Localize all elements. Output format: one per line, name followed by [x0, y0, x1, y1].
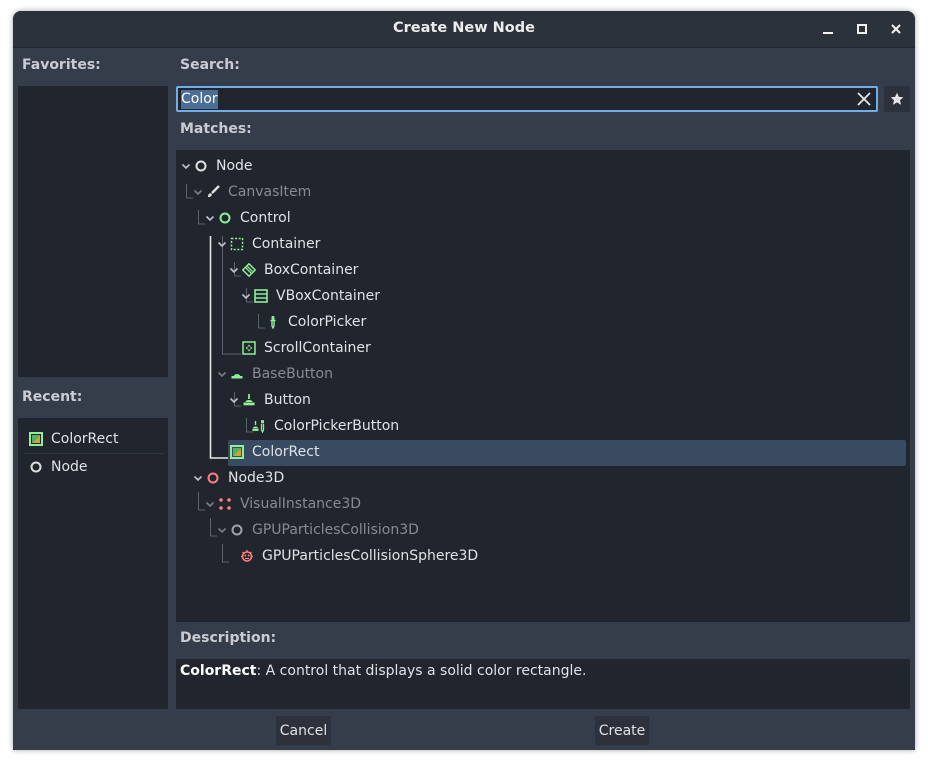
chevron-down-icon — [217, 241, 227, 248]
control-icon — [219, 212, 231, 224]
close-button[interactable] — [886, 19, 906, 39]
favorites-label: Favorites: — [22, 57, 101, 73]
tree-item-label: Node — [216, 158, 253, 174]
colorpickerbutton-icon — [252, 420, 265, 433]
tree-item-label: Node3D — [228, 470, 285, 486]
node-icon — [195, 160, 207, 172]
tree-item-colorrect[interactable]: ColorRect — [230, 441, 319, 463]
tree-item-label: GPUParticlesCollision3D — [252, 522, 419, 538]
clear-search-button[interactable] — [856, 91, 872, 107]
star-icon — [890, 92, 904, 105]
window-title: Create New Node — [393, 20, 535, 36]
tree-item-label: BoxContainer — [264, 262, 359, 278]
colorrect-icon — [29, 432, 43, 446]
tree-item-label: ColorRect — [252, 444, 320, 460]
button-icon — [243, 394, 255, 406]
recent-item-label: Node — [51, 459, 88, 475]
chevron-down-icon — [205, 501, 215, 508]
maximize-icon — [857, 24, 867, 34]
canvasitem-icon — [208, 185, 220, 198]
chevron-down-icon — [229, 267, 239, 274]
gpuparticlescollisionsphere3d-icon — [241, 550, 253, 562]
tree-item-label: Button — [264, 392, 311, 408]
recent-label: Recent: — [22, 389, 83, 405]
chevron-down-icon — [241, 293, 251, 300]
minimize-button[interactable] — [818, 19, 838, 39]
tree-item-label: CanvasItem — [228, 184, 312, 200]
tree-item-vboxcontainer[interactable]: VBoxContainer — [240, 285, 380, 307]
maximize-button[interactable] — [852, 19, 872, 39]
tree-item-colorpickerbutton[interactable]: ColorPickerButton — [252, 415, 399, 437]
chevron-down-icon — [229, 397, 239, 404]
tree-item-label: ScrollContainer — [264, 340, 371, 356]
create-button[interactable]: Create — [595, 716, 649, 745]
tree-item-label: Control — [240, 210, 291, 226]
close-icon — [857, 92, 871, 106]
description-box: ColorRect: A control that displays a sol… — [176, 659, 910, 709]
tree-item-node[interactable]: Node — [180, 155, 253, 177]
tree-item-label: VBoxContainer — [276, 288, 381, 304]
close-icon — [891, 24, 901, 34]
recent-item-label: ColorRect — [51, 431, 119, 447]
title-bar: Create New Node — [13, 11, 915, 48]
tree-item-label: Container — [252, 236, 321, 252]
tree-item-label: ColorPickerButton — [274, 418, 400, 434]
tree-item-boxcontainer[interactable]: BoxContainer — [228, 259, 358, 281]
tree-item-control[interactable]: Control — [204, 207, 291, 229]
chevron-down-icon — [217, 527, 227, 534]
search-row — [176, 86, 910, 112]
chevron-down-icon — [205, 215, 215, 222]
tree-item-visualinstance3d[interactable]: VisualInstance3D — [204, 493, 361, 515]
boxcontainer-icon — [242, 263, 256, 277]
tree-item-gpuparticlescollisionsphere3d[interactable]: GPUParticlesCollisionSphere3D — [240, 545, 478, 567]
recent-item-node[interactable]: Node — [18, 453, 168, 481]
tree-item-label: GPUParticlesCollisionSphere3D — [262, 548, 479, 564]
chevron-down-icon — [193, 189, 203, 196]
colorpicker-icon — [270, 316, 276, 329]
description-class-name: ColorRect — [180, 663, 257, 679]
recent-list: ColorRect Node — [18, 418, 168, 709]
matches-label: Matches: — [180, 121, 252, 137]
gpuparticlescollision3d-icon — [231, 524, 243, 536]
create-node-dialog: Create New Node Favorites: Recent: Color… — [13, 11, 915, 750]
favorite-button[interactable] — [884, 86, 910, 112]
search-label: Search: — [180, 57, 240, 73]
chevron-down-icon — [217, 371, 227, 378]
tree-item-canvasitem[interactable]: CanvasItem — [192, 181, 311, 203]
node-icon — [30, 461, 42, 473]
description-text: ColorRect: A control that displays a sol… — [180, 663, 586, 679]
tree-item-colorpicker[interactable]: ColorPicker — [266, 311, 366, 333]
scrollcontainer-icon — [242, 341, 256, 355]
tree-item-gpuparticlescollision3d[interactable]: GPUParticlesCollision3D — [216, 519, 419, 541]
tree-item-button[interactable]: Button — [228, 389, 311, 411]
colorrect-icon — [230, 445, 244, 459]
matches-tree[interactable]: Node CanvasItem Control Container BoxCon… — [176, 150, 910, 622]
tree-item-label: VisualInstance3D — [240, 496, 362, 512]
node3d-icon — [207, 472, 219, 484]
tree-item-label: BaseButton — [252, 366, 333, 382]
visualinstance3d-icon — [219, 498, 231, 510]
tree-item-scrollcontainer[interactable]: ScrollContainer — [242, 337, 371, 359]
basebutton-icon — [231, 374, 243, 379]
cancel-button[interactable]: Cancel — [276, 716, 331, 745]
description-body: : A control that displays a solid color … — [256, 663, 587, 679]
minimize-icon — [823, 32, 833, 34]
tree-item-basebutton[interactable]: BaseButton — [216, 363, 333, 385]
recent-item-colorrect[interactable]: ColorRect — [18, 425, 168, 453]
vboxcontainer-icon — [254, 289, 268, 303]
chevron-down-icon — [193, 475, 203, 482]
chevron-down-icon — [181, 163, 191, 170]
search-field[interactable] — [176, 86, 878, 112]
favorites-list[interactable] — [18, 86, 168, 377]
tree-item-label: ColorPicker — [288, 314, 367, 330]
description-label: Description: — [180, 630, 277, 646]
tree-item-container[interactable]: Container — [216, 233, 320, 255]
container-icon — [230, 237, 244, 251]
search-input[interactable] — [181, 90, 851, 108]
tree-item-node3d[interactable]: Node3D — [192, 467, 284, 489]
